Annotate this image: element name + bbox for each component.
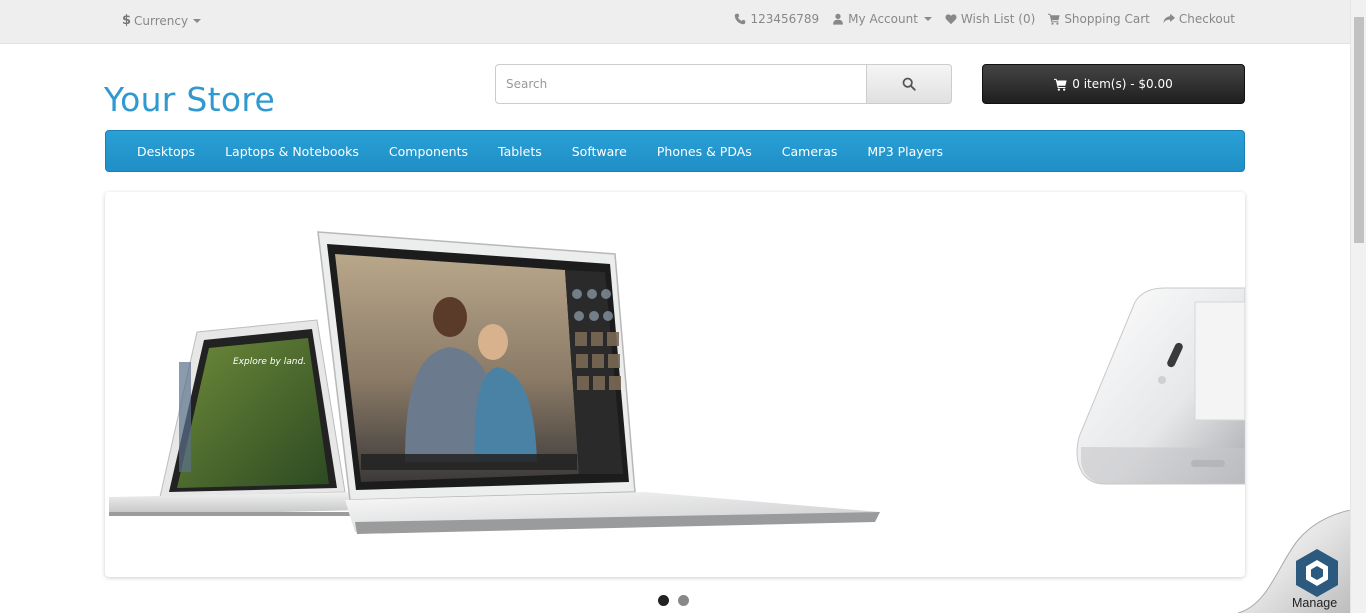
checkout-label: Checkout (1178, 12, 1235, 26)
search-icon (902, 77, 916, 91)
phone-icon (735, 13, 746, 25)
wish-list-label: Wish List (0) (960, 12, 1036, 26)
category-menu: Desktops Laptops & Notebooks Components … (105, 130, 1245, 172)
store-logo[interactable]: Your Store (104, 80, 275, 119)
cart-icon (1054, 78, 1067, 91)
menu-item-components[interactable]: Components (374, 144, 483, 159)
phone-image (1076, 287, 1245, 485)
front-laptop (317, 231, 880, 534)
share-icon (1163, 13, 1175, 24)
page-scrollbar[interactable] (1350, 0, 1366, 613)
top-links: 123456789 My Account Wish List (0) Shopp… (734, 12, 1235, 26)
caret-down-icon (923, 17, 932, 21)
heart-icon (945, 14, 957, 25)
slide-dot-2[interactable] (678, 595, 689, 606)
top-bar: $ Currency 123456789 My Account Wish Lis… (0, 0, 1350, 44)
scrollbar-thumb[interactable] (1354, 17, 1364, 243)
slide-pagination (658, 595, 689, 606)
svg-text:Explore by land.: Explore by land. (233, 357, 306, 367)
cart-summary-button[interactable]: 0 item(s) - $0.00 (982, 64, 1245, 104)
slide-image: Explore by land. (109, 231, 1245, 534)
menu-item-phones-pdas[interactable]: Phones & PDAs (642, 144, 767, 159)
checkout-link[interactable]: Checkout (1163, 12, 1235, 26)
my-account-label: My Account (848, 12, 918, 26)
menu-item-tablets[interactable]: Tablets (483, 144, 557, 159)
back-laptop: Explore by land. (109, 319, 363, 516)
user-icon (833, 13, 844, 25)
shopping-cart-link[interactable]: Shopping Cart (1048, 12, 1150, 26)
manage-logo-icon (1296, 549, 1338, 597)
phone-label: 123456789 (750, 12, 820, 26)
currency-dropdown[interactable]: $ Currency (122, 13, 202, 28)
shopping-cart-label: Shopping Cart (1064, 12, 1150, 26)
menu-item-mp3-players[interactable]: MP3 Players (852, 144, 958, 159)
menu-item-software[interactable]: Software (557, 144, 642, 159)
search-input[interactable] (495, 64, 867, 104)
my-account-link[interactable]: My Account (832, 12, 932, 26)
slideshow[interactable]: Explore by land. (105, 192, 1245, 577)
menu-item-laptops-notebooks[interactable]: Laptops & Notebooks (210, 144, 374, 159)
currency-symbol: $ (122, 13, 132, 28)
menu-item-cameras[interactable]: Cameras (767, 144, 853, 159)
menu-item-desktops[interactable]: Desktops (122, 144, 210, 159)
currency-label: Currency (134, 13, 189, 28)
slide-dot-1[interactable] (658, 595, 669, 606)
search-bar (495, 64, 952, 104)
caret-down-icon (193, 18, 202, 23)
search-button[interactable] (867, 64, 952, 104)
cart-icon (1048, 13, 1060, 25)
wish-list-link[interactable]: Wish List (0) (945, 12, 1035, 26)
phone-link[interactable]: 123456789 (734, 12, 819, 26)
manage-label[interactable]: Manage (1292, 596, 1337, 610)
cart-summary-label: 0 item(s) - $0.00 (1072, 77, 1173, 91)
